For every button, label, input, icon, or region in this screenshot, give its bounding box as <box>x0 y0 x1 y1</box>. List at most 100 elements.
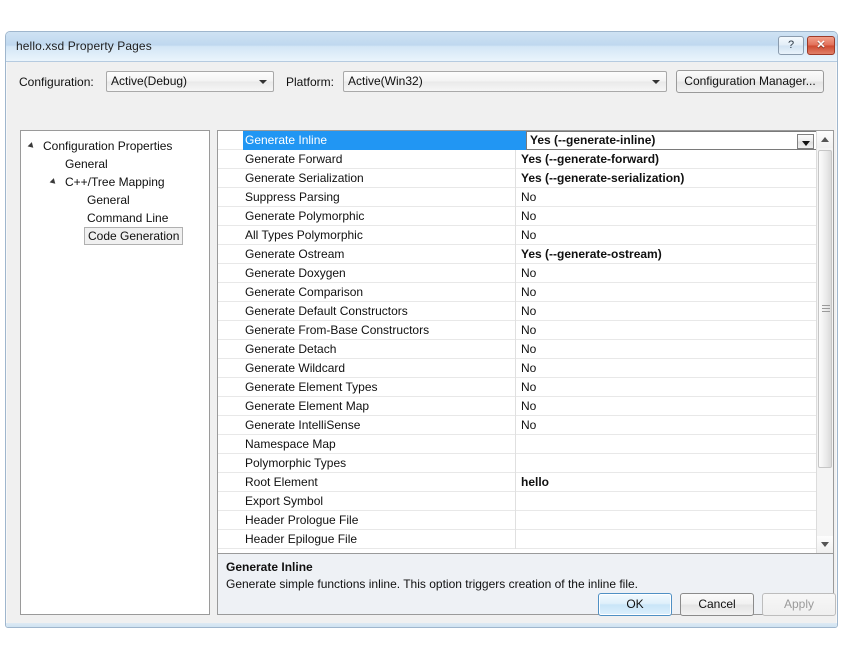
expander-triangle-icon[interactable] <box>50 178 58 186</box>
column-divider <box>515 416 516 435</box>
property-row[interactable]: Header Epilogue File <box>218 530 817 549</box>
property-name: Export Symbol <box>245 492 323 510</box>
property-value: Yes (--generate-serialization) <box>521 169 684 187</box>
property-row[interactable]: Generate Default ConstructorsNo <box>218 302 817 321</box>
cancel-button[interactable]: Cancel <box>680 593 754 616</box>
tree-item[interactable]: C++/Tree Mapping <box>21 173 209 191</box>
ok-button[interactable]: OK <box>598 593 672 616</box>
value-dropdown-button[interactable] <box>797 134 814 149</box>
property-row[interactable]: Generate ForwardYes (--generate-forward) <box>218 150 817 169</box>
configuration-manager-button[interactable]: Configuration Manager... <box>676 70 824 93</box>
property-row[interactable]: Generate Element MapNo <box>218 397 817 416</box>
property-row[interactable]: Header Prologue File <box>218 511 817 530</box>
tree-item-label: C++/Tree Mapping <box>65 173 165 191</box>
property-row[interactable]: Generate Element TypesNo <box>218 378 817 397</box>
property-row[interactable]: Suppress ParsingNo <box>218 188 817 207</box>
column-divider <box>515 169 516 188</box>
scroll-down-arrow-icon[interactable] <box>817 536 833 553</box>
footer-divider <box>6 623 837 627</box>
column-divider <box>515 435 516 454</box>
property-row[interactable]: Namespace Map <box>218 435 817 454</box>
property-value: No <box>521 302 536 320</box>
column-divider <box>515 454 516 473</box>
chevron-down-icon <box>652 80 660 84</box>
property-value: No <box>521 416 536 434</box>
property-value: No <box>521 207 536 225</box>
tree-item[interactable]: Configuration Properties <box>21 137 209 155</box>
selection-indicator <box>515 131 526 150</box>
property-pages-dialog: hello.xsd Property Pages ? ✕ Configurati… <box>5 31 838 628</box>
property-name: Generate Element Types <box>245 378 378 396</box>
property-name: Root Element <box>245 473 318 491</box>
configuration-tree[interactable]: Configuration PropertiesGeneralC++/Tree … <box>20 130 210 615</box>
column-divider <box>515 188 516 207</box>
tree-item[interactable]: General <box>21 191 209 209</box>
title-bar: hello.xsd Property Pages ? ✕ <box>6 32 837 62</box>
property-name: Header Epilogue File <box>245 530 357 548</box>
description-body: Generate simple functions inline. This o… <box>226 577 826 591</box>
property-row[interactable]: Polymorphic Types <box>218 454 817 473</box>
column-divider <box>515 226 516 245</box>
property-row[interactable]: Generate Inline Yes (--generate-inline) <box>218 131 817 150</box>
apply-button[interactable]: Apply <box>762 593 836 616</box>
column-divider <box>515 473 516 492</box>
column-divider <box>515 321 516 340</box>
scroll-up-arrow-icon[interactable] <box>817 131 833 148</box>
close-button[interactable]: ✕ <box>807 36 835 55</box>
configuration-combo[interactable]: Active(Debug) <box>106 71 274 92</box>
property-value: No <box>521 283 536 301</box>
property-grid-scrollbar[interactable] <box>816 131 833 553</box>
property-value: Yes (--generate-ostream) <box>521 245 662 263</box>
configuration-bar: Configuration: Active(Debug) Platform: A… <box>6 63 837 105</box>
property-name: All Types Polymorphic <box>245 226 363 244</box>
platform-combo[interactable]: Active(Win32) <box>343 71 667 92</box>
property-row[interactable]: Export Symbol <box>218 492 817 511</box>
property-name: Generate Inline <box>243 131 515 150</box>
property-name: Generate IntelliSense <box>245 416 360 434</box>
window-title: hello.xsd Property Pages <box>16 39 152 53</box>
property-value: No <box>521 226 536 244</box>
tree-item-label: General <box>65 155 108 173</box>
column-divider <box>515 492 516 511</box>
property-row[interactable]: Generate WildcardNo <box>218 359 817 378</box>
property-row[interactable]: Generate OstreamYes (--generate-ostream) <box>218 245 817 264</box>
expander-triangle-icon[interactable] <box>28 142 36 150</box>
column-divider <box>515 511 516 530</box>
property-row[interactable]: Root Element hello <box>218 473 817 492</box>
property-value: No <box>521 264 536 282</box>
tree-item-label: Command Line <box>87 209 168 227</box>
tree-item[interactable]: General <box>21 155 209 173</box>
scrollbar-thumb[interactable] <box>818 150 832 468</box>
column-divider <box>515 150 516 169</box>
property-name: Polymorphic Types <box>245 454 346 472</box>
property-row[interactable]: All Types Polymorphic No <box>218 226 817 245</box>
property-value: hello <box>521 473 549 491</box>
property-value: No <box>521 359 536 377</box>
tree-item[interactable]: Code Generation <box>21 227 209 245</box>
column-divider <box>515 264 516 283</box>
property-row[interactable]: Generate DetachNo <box>218 340 817 359</box>
tree-item[interactable]: Command Line <box>21 209 209 227</box>
property-value: No <box>521 397 536 415</box>
property-row[interactable]: Generate ComparisonNo <box>218 283 817 302</box>
property-value: Yes (--generate-inline) <box>530 131 655 149</box>
configuration-label: Configuration: <box>19 75 94 89</box>
screen: hello.xsd Property Pages ? ✕ Configurati… <box>0 0 843 660</box>
column-divider <box>515 340 516 359</box>
property-name: Generate Forward <box>245 150 342 168</box>
property-row[interactable]: Generate Serialization Yes (--generate-se… <box>218 169 817 188</box>
property-name: Generate Doxygen <box>245 264 346 282</box>
description-title: Generate Inline <box>226 560 313 574</box>
property-row[interactable]: Generate IntelliSense No <box>218 416 817 435</box>
tree-item-label: Code Generation <box>84 227 183 245</box>
property-name: Generate Serialization <box>245 169 364 187</box>
tree-item-label: Configuration Properties <box>43 137 172 155</box>
property-grid[interactable]: Generate InlineYes (--generate-inline)Ge… <box>217 130 834 554</box>
property-name: Namespace Map <box>245 435 336 453</box>
property-row[interactable]: Generate From-Base ConstructorsNo <box>218 321 817 340</box>
help-button[interactable]: ? <box>778 36 804 55</box>
column-divider <box>515 207 516 226</box>
property-row[interactable]: Generate PolymorphicNo <box>218 207 817 226</box>
platform-label: Platform: <box>286 75 334 89</box>
property-row[interactable]: Generate Doxygen No <box>218 264 817 283</box>
